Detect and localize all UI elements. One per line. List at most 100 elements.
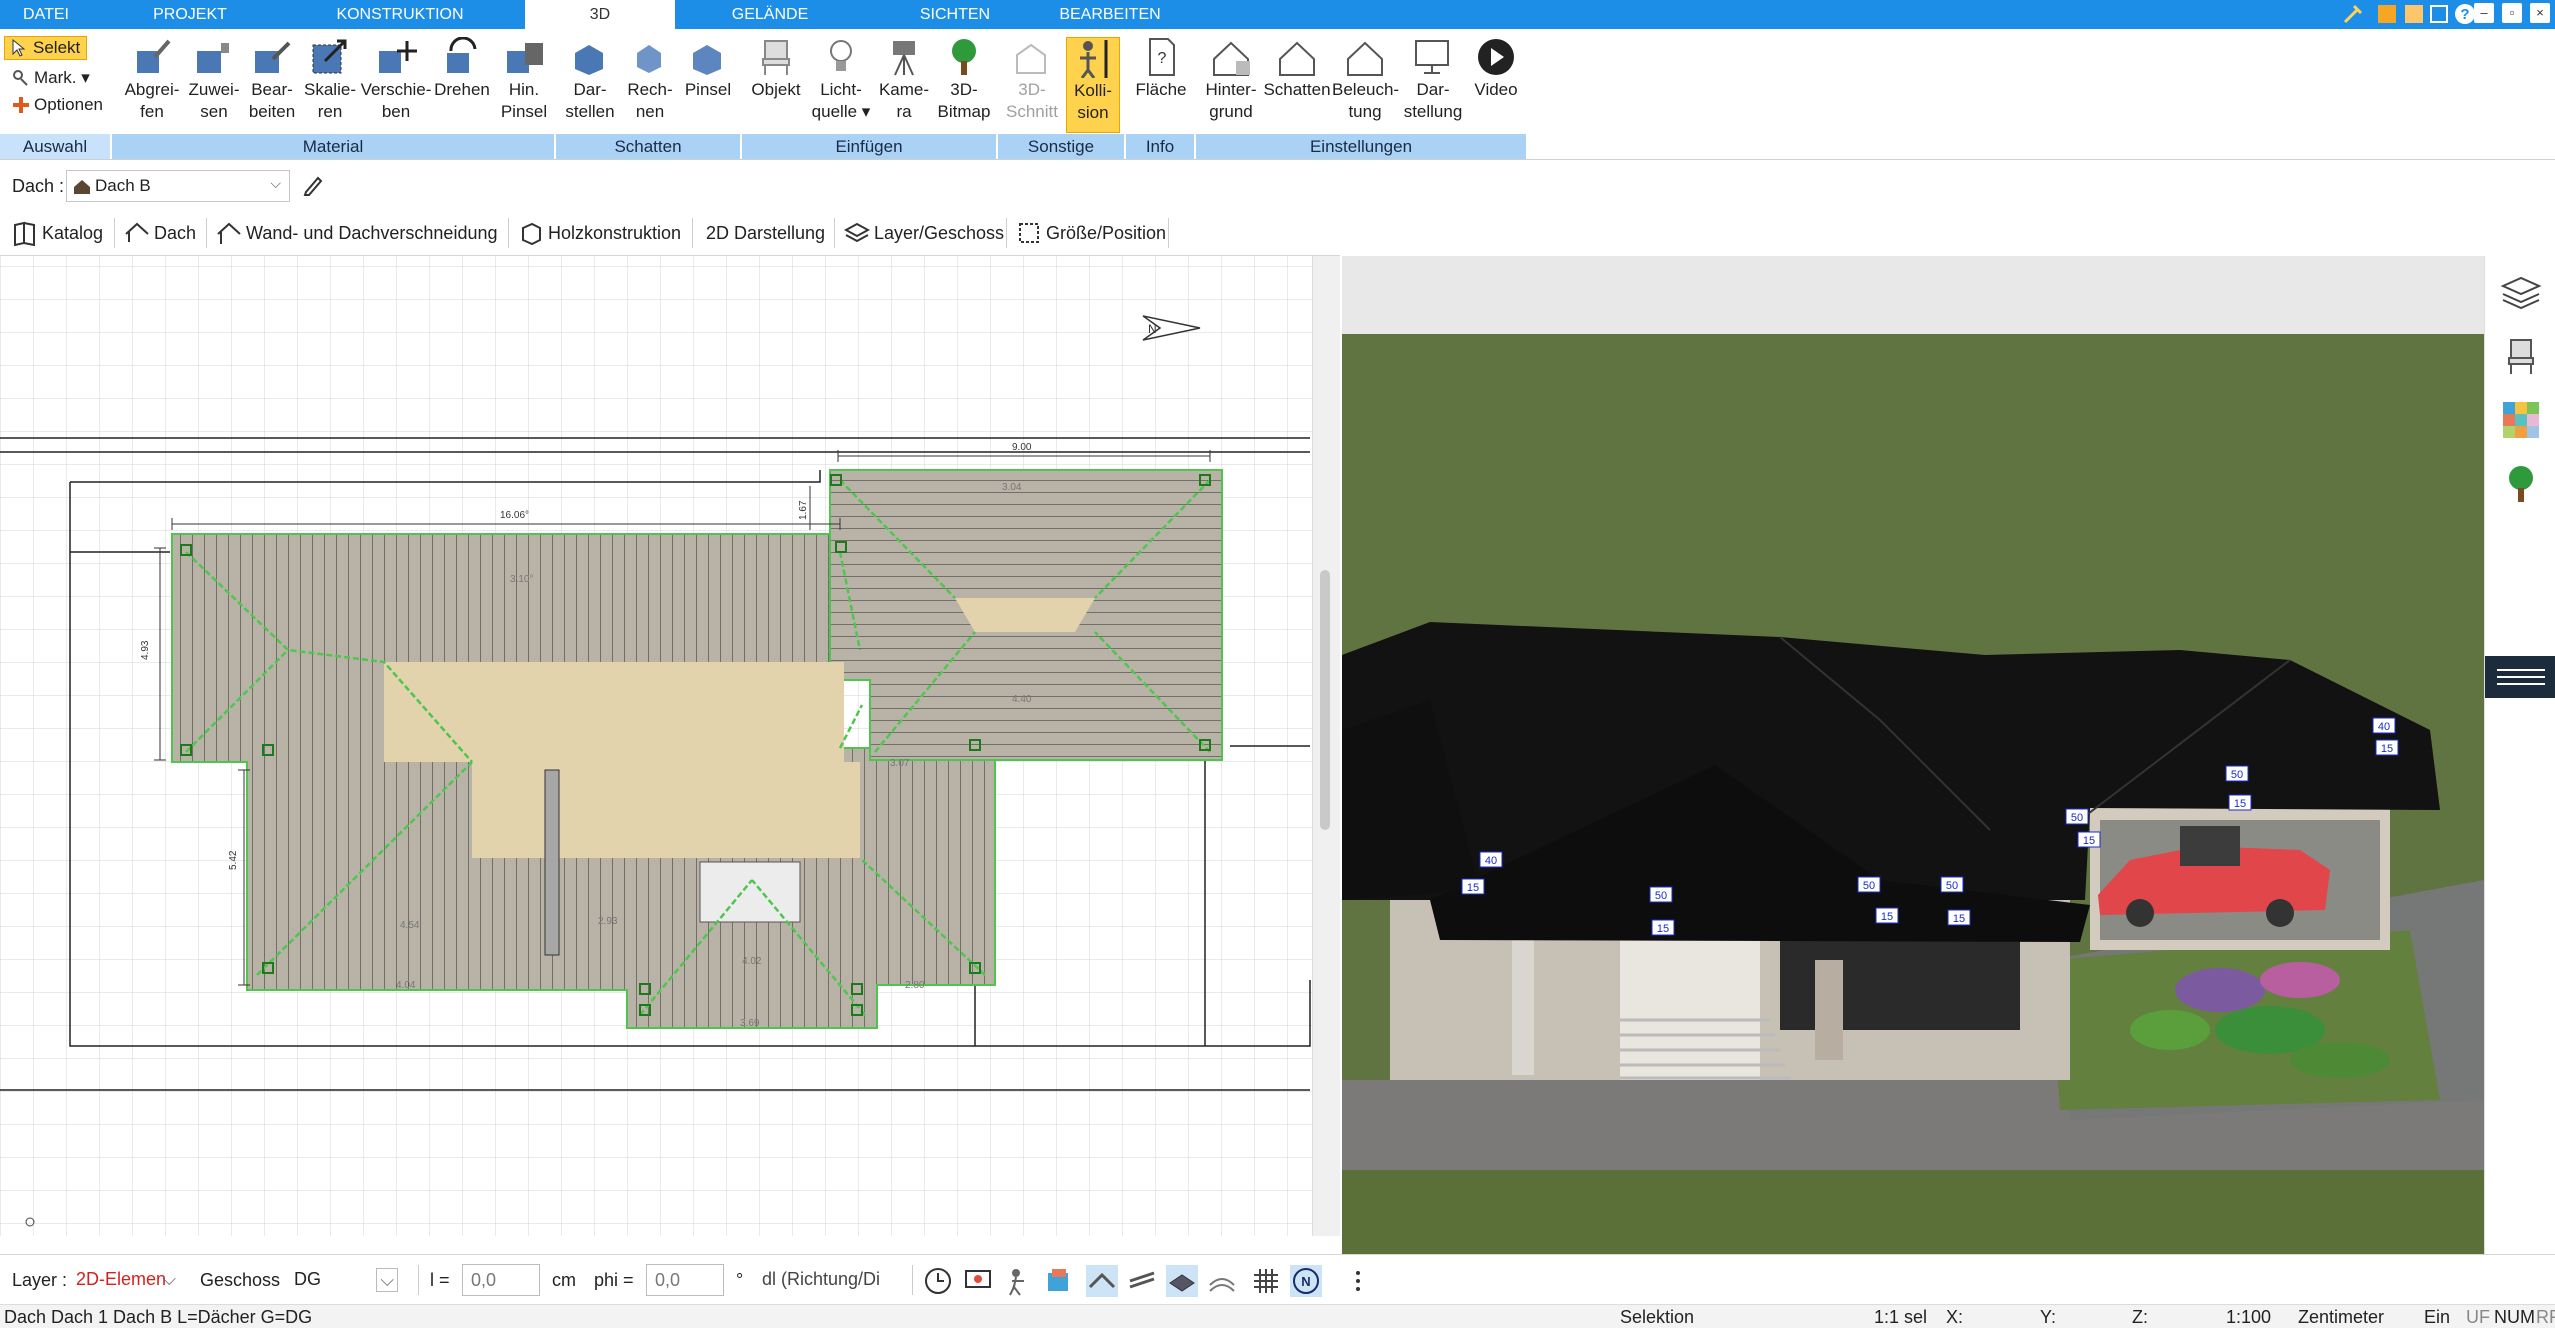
section-3d-button[interactable]: 3D- Schnitt bbox=[1002, 37, 1062, 123]
snap-north-icon[interactable]: N bbox=[1290, 1265, 1322, 1297]
collision-icon bbox=[1080, 40, 1108, 78]
monitor-icon bbox=[1415, 40, 1449, 74]
status-mode: Selektion bbox=[1620, 1307, 1695, 1327]
insert-3dbitmap-button[interactable]: 3D- Bitmap bbox=[934, 37, 994, 123]
wall-display-icon[interactable] bbox=[1126, 1265, 1158, 1297]
sidebar-menu-button[interactable] bbox=[2485, 656, 2555, 698]
materials-panel-icon[interactable] bbox=[2499, 398, 2543, 442]
dim-inner-4: 4.54 bbox=[400, 920, 420, 931]
insert-camera-button[interactable]: Kame-ra bbox=[874, 37, 934, 123]
length-input[interactable]: 0,0 bbox=[462, 1264, 540, 1296]
schatten-rechnen-button[interactable]: Rech-nen bbox=[620, 37, 680, 123]
insert-light-button[interactable]: Licht-quelle ▾ bbox=[808, 37, 874, 123]
status-uf: UF bbox=[2466, 1307, 2490, 1327]
dim-inner-1: 3.10° bbox=[510, 574, 533, 585]
screen-record-icon[interactable] bbox=[962, 1265, 994, 1297]
furniture-panel-icon[interactable] bbox=[2499, 334, 2543, 378]
area-button[interactable]: ? Fläche bbox=[1130, 37, 1192, 101]
schatten-pinsel-button[interactable]: Pinsel bbox=[680, 37, 736, 101]
svg-text:15: 15 bbox=[2083, 835, 2095, 847]
material-drehen-button[interactable]: Drehen bbox=[432, 37, 492, 101]
minimize-button[interactable]: – bbox=[2474, 3, 2494, 23]
tools-icon[interactable] bbox=[2342, 3, 2364, 25]
angle-input[interactable]: 0,0 bbox=[646, 1264, 724, 1296]
pick-material-icon bbox=[137, 39, 171, 73]
grid-icon[interactable] bbox=[1250, 1265, 1282, 1297]
dim-inner-5: 2.93 bbox=[598, 916, 618, 927]
dim-left-a: 4.93 bbox=[140, 640, 151, 660]
material-skalieren-button[interactable]: Skalie-ren bbox=[302, 37, 358, 123]
furniture-toggle-icon[interactable] bbox=[1042, 1265, 1074, 1297]
select-button[interactable]: Selekt bbox=[4, 36, 88, 60]
material-abgreifen-button[interactable]: Abgrei-fen bbox=[118, 37, 186, 123]
dim-inner-10: 3.69 bbox=[740, 1018, 760, 1029]
clock-icon[interactable] bbox=[922, 1265, 954, 1297]
input-mode-select[interactable]: dl (Richtung/Di bbox=[754, 1264, 904, 1296]
material-hinpinsel-button[interactable]: Hin. Pinsel bbox=[494, 37, 554, 123]
house-light-icon bbox=[1347, 41, 1383, 76]
wall-roof-icon bbox=[217, 222, 241, 244]
svg-text:40: 40 bbox=[1485, 855, 1497, 867]
roof-select[interactable]: Dach B ⌵ bbox=[66, 170, 290, 202]
plan-view[interactable]: 9.00 16.06° 4.93 5.42 1.67 3.10° 4.40 3.… bbox=[0, 256, 1312, 1236]
svg-text:15: 15 bbox=[1467, 882, 1479, 894]
plan-vscroll-thumb[interactable] bbox=[1320, 570, 1330, 830]
group-sonstige: Sonstige bbox=[998, 134, 1124, 159]
window-restore-icon[interactable] bbox=[2430, 5, 2448, 23]
help-icon[interactable]: ? bbox=[2454, 3, 2476, 25]
size-position-button[interactable]: Größe/Position bbox=[1012, 218, 1166, 248]
roof-button[interactable]: Dach bbox=[120, 218, 196, 248]
display-settings-button[interactable]: Dar-stellung bbox=[1400, 37, 1466, 123]
pencil-icon[interactable] bbox=[302, 174, 324, 196]
floor-select[interactable]: DG ⌵ bbox=[286, 1264, 402, 1296]
status-z: Z: bbox=[2132, 1307, 2148, 1327]
roof-display-icon[interactable] bbox=[1086, 1265, 1118, 1297]
plan-canvas[interactable]: 9.00 16.06° 4.93 5.42 1.67 3.10° 4.40 3.… bbox=[0, 256, 1312, 1236]
terrain-display-icon[interactable] bbox=[1206, 1265, 1238, 1297]
background-button[interactable]: Hinter-grund bbox=[1200, 37, 1262, 123]
3d-canvas[interactable]: 40 15 50 15 50 15 50 15 50 15 50 15 40 1… bbox=[1342, 256, 2484, 1254]
floor-display-icon[interactable] bbox=[1166, 1265, 1198, 1297]
tab-datei[interactable]: DATEI bbox=[0, 0, 92, 29]
layers-panel-icon[interactable] bbox=[2499, 270, 2543, 314]
svg-text:15: 15 bbox=[1953, 913, 1965, 925]
close-button[interactable]: × bbox=[2530, 3, 2550, 23]
window-tile-icon[interactable] bbox=[2405, 5, 2423, 23]
walk-icon[interactable] bbox=[1002, 1265, 1034, 1297]
material-zuweisen-button[interactable]: Zuwei-sen bbox=[186, 37, 242, 123]
2d-display-button[interactable]: 2D Darstellung bbox=[672, 218, 825, 248]
roof-label: Dach : bbox=[12, 176, 65, 196]
status-x: X: bbox=[1946, 1307, 1964, 1327]
shadow-settings-button[interactable]: Schatten bbox=[1262, 37, 1332, 101]
tab-konstruktion[interactable]: KONSTRUKTION bbox=[300, 0, 500, 29]
more-options-icon[interactable] bbox=[1342, 1265, 1374, 1297]
timber-button[interactable]: Holzkonstruktion bbox=[514, 218, 681, 248]
material-bearbeiten-button[interactable]: Bear-beiten bbox=[242, 37, 302, 123]
tab-bearbeiten[interactable]: BEARBEITEN bbox=[1040, 0, 1180, 29]
schatten-darstellen-button[interactable]: Dar-stellen bbox=[560, 37, 620, 123]
catalog-button[interactable]: Katalog bbox=[8, 218, 103, 248]
tab-projekt[interactable]: PROJEKT bbox=[120, 0, 260, 29]
video-button[interactable]: Video bbox=[1466, 37, 1526, 101]
window-arrange-icon[interactable] bbox=[2378, 5, 2396, 23]
lighting-button[interactable]: Beleuch-tung bbox=[1332, 37, 1399, 123]
mark-dropdown[interactable]: Mark. ▾ bbox=[8, 65, 96, 91]
plants-panel-icon[interactable] bbox=[2499, 462, 2543, 506]
tab-sichten[interactable]: SICHTEN bbox=[880, 0, 1030, 29]
dim-top-right: 9.00 bbox=[1012, 442, 1032, 453]
layer-floor-button[interactable]: Layer/Geschoss bbox=[840, 218, 1004, 248]
intersection-button[interactable]: Wand- und Dachverschneidung bbox=[212, 218, 497, 248]
options-button[interactable]: Optionen bbox=[8, 92, 109, 118]
material-verschieben-button[interactable]: Verschie-ben bbox=[360, 37, 432, 123]
tab-gelaende[interactable]: GELÄNDE bbox=[695, 0, 845, 29]
dim-inner-7: 3.04 bbox=[1002, 482, 1022, 493]
section-icon bbox=[1016, 43, 1046, 74]
layer-select[interactable]: 2D-Elemen ⌵ bbox=[68, 1264, 182, 1296]
insert-object-button[interactable]: Objekt bbox=[746, 37, 806, 101]
dim-inner-2: 4.40 bbox=[1012, 694, 1032, 705]
tab-3d[interactable]: 3D bbox=[525, 0, 675, 29]
group-einstellungen: Einstellungen bbox=[1196, 134, 1526, 159]
maximize-button[interactable]: ▫ bbox=[2502, 3, 2522, 23]
collision-button[interactable]: Kolli-sion bbox=[1066, 37, 1120, 133]
3d-view[interactable]: 40 15 50 15 50 15 50 15 50 15 50 15 40 1… bbox=[1342, 256, 2484, 1254]
